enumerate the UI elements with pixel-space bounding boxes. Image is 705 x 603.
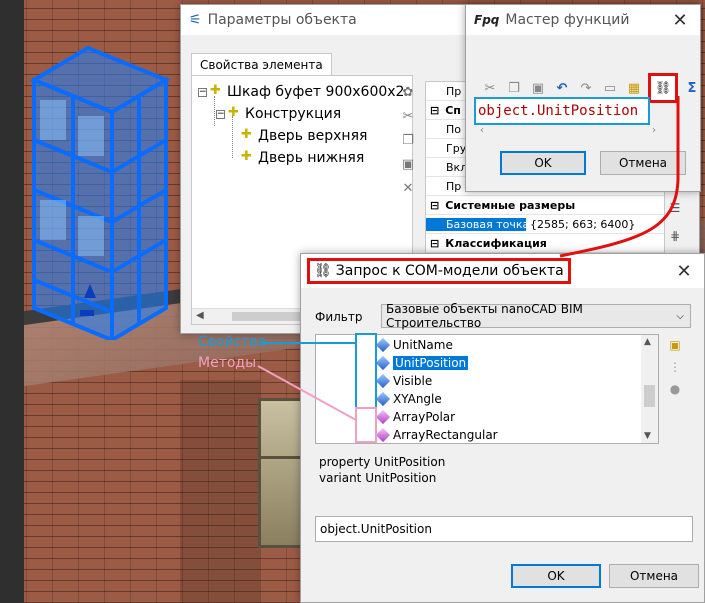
puzzle-icon[interactable]: ✿ [397,85,419,109]
dark-column [0,0,24,603]
wizard-scrollbar[interactable]: ‹ › [480,125,656,139]
method-icon [375,427,391,443]
com-ok-button[interactable]: OK [511,564,601,588]
element-icon [241,127,252,142]
close-icon[interactable]: ✕ [660,5,700,35]
grid-side-toolbar: ☰ ⋕ [665,201,685,257]
list-item-property-selected[interactable]: UnitPosition [375,354,469,372]
copy-icon[interactable]: ❐ [397,133,419,157]
undo-icon[interactable]: ↶ [552,78,572,98]
tree-item-lower-door[interactable]: Дверь нижняя [241,149,364,166]
function-wizard-window: Fpq Мастер функций ✕ ✂ ❐ ▣ ↶ ↷ ▭ ▦ ⛓ Σ o… [465,4,701,192]
function-wizard-logo: Fpq [474,13,500,27]
scroll-thumb[interactable] [644,385,655,407]
com-model-button[interactable]: ⛓ [648,73,678,103]
com-title-highlight: ⛓ Запрос к COM-модели объекта [307,258,571,284]
property-section-classification[interactable]: ⊟ Классификация [426,234,664,253]
property-icon [375,355,391,371]
com-cancel-button[interactable]: Отмена [609,564,699,588]
script-icon[interactable]: Σ [682,78,702,98]
list-item-property[interactable]: Visible [375,372,432,390]
member-info: property UnitPosition variant UnitPositi… [319,455,446,485]
collapse-icon[interactable]: − [216,109,225,119]
scroll-left-icon[interactable]: ‹ [480,125,484,136]
list-side-toolbar: ▣ ⋮ ● [665,338,685,404]
list-item-property[interactable]: UnitName [375,336,453,354]
method-icon [375,409,391,425]
scroll-down-icon[interactable]: ▼ [644,431,651,441]
scroll-up-icon[interactable]: ▲ [644,337,651,347]
com-expression-field[interactable]: object.UnitPosition [315,516,693,542]
scroll-left-icon[interactable]: ◀ [196,310,204,321]
redo-icon[interactable]: ↷ [576,78,596,98]
element-icon [210,83,221,98]
callout-properties: Свойства [198,334,267,350]
property-icon [375,373,391,389]
wizard-cancel-button[interactable]: Отмена [600,151,686,175]
copy-icon[interactable]: ❐ [504,78,524,98]
property-icon [375,391,391,407]
separator-icon[interactable]: ▭ [600,78,620,98]
tree-item-construction[interactable]: − Конструкция [216,105,341,122]
blocks-icon[interactable]: ▦ [624,78,644,98]
collapse-icon[interactable]: ⊟ [430,237,439,250]
list-icon[interactable]: ☰ [665,201,685,229]
cut-icon[interactable]: ✂ [397,109,419,133]
delete-icon[interactable]: ✕ [397,181,419,205]
filter-label: Фильтр [315,310,363,324]
tree-item-cabinet[interactable]: − Шкаф буфет 900х600х2 [198,83,404,100]
list-item-method[interactable]: ArrayPolar [375,408,455,426]
list-vertical-scrollbar[interactable]: ▲ ▼ [641,335,658,443]
wizard-titlebar[interactable]: Fpq Мастер функций ✕ [466,5,700,35]
wall-shadow [180,380,260,603]
params-window-title: Параметры объекта [207,12,357,28]
hierarchy-icon[interactable]: ⋮ [665,360,685,382]
paste-icon[interactable]: ▣ [665,338,685,360]
paste-icon[interactable]: ▣ [528,78,548,98]
com-titlebar[interactable]: ⛓ Запрос к COM-модели объекта ✕ [301,254,704,288]
property-icon [375,337,391,353]
collapse-icon[interactable]: ⊟ [430,104,439,117]
collapse-icon[interactable]: ⊟ [430,199,439,212]
com-model-icon: ⛓ [314,263,332,279]
com-model-request-dialog: ⛓ Запрос к COM-модели объекта ✕ Фильтр Б… [300,253,705,603]
scroll-right-icon[interactable]: › [652,125,656,136]
property-section-system-sizes[interactable]: ⊟ Системные размеры [426,196,664,215]
paste-icon[interactable]: ▣ [397,157,419,181]
stop-icon[interactable]: ● [665,382,685,404]
cut-icon[interactable]: ✂ [480,78,500,98]
wizard-ok-button[interactable]: OK [500,151,586,175]
selected-cabinet-model[interactable] [26,40,176,340]
filter-dropdown[interactable]: Базовые объекты nanoCAD BIM Строительств… [381,302,691,330]
com-members-list[interactable]: UnitName UnitPosition Visible XYAngle Ar… [315,334,659,444]
list-item-property[interactable]: XYAngle [375,390,442,408]
close-icon[interactable]: ✕ [664,256,704,286]
element-icon [228,105,239,120]
params-window-icon: ⚟ [189,12,202,28]
chevron-down-icon[interactable]: ⌵ [676,311,684,322]
tree-toolbar: ✿ ✂ ❐ ▣ ✕ [397,85,419,205]
list-item-method[interactable]: ArrayRectangular [375,426,498,443]
collapse-icon[interactable]: − [198,87,207,97]
tab-element-properties[interactable]: Свойства элемента [191,53,332,76]
wizard-title: Мастер функций [505,12,630,28]
callout-methods: Методы [198,355,257,371]
wizard-expression-field[interactable]: object.UnitPosition [474,97,650,125]
property-row-base-point[interactable]: Базовая точка {2585; 663; 6400} [426,215,664,234]
element-icon [241,149,252,164]
tree-item-upper-door[interactable]: Дверь верхняя [241,127,367,144]
